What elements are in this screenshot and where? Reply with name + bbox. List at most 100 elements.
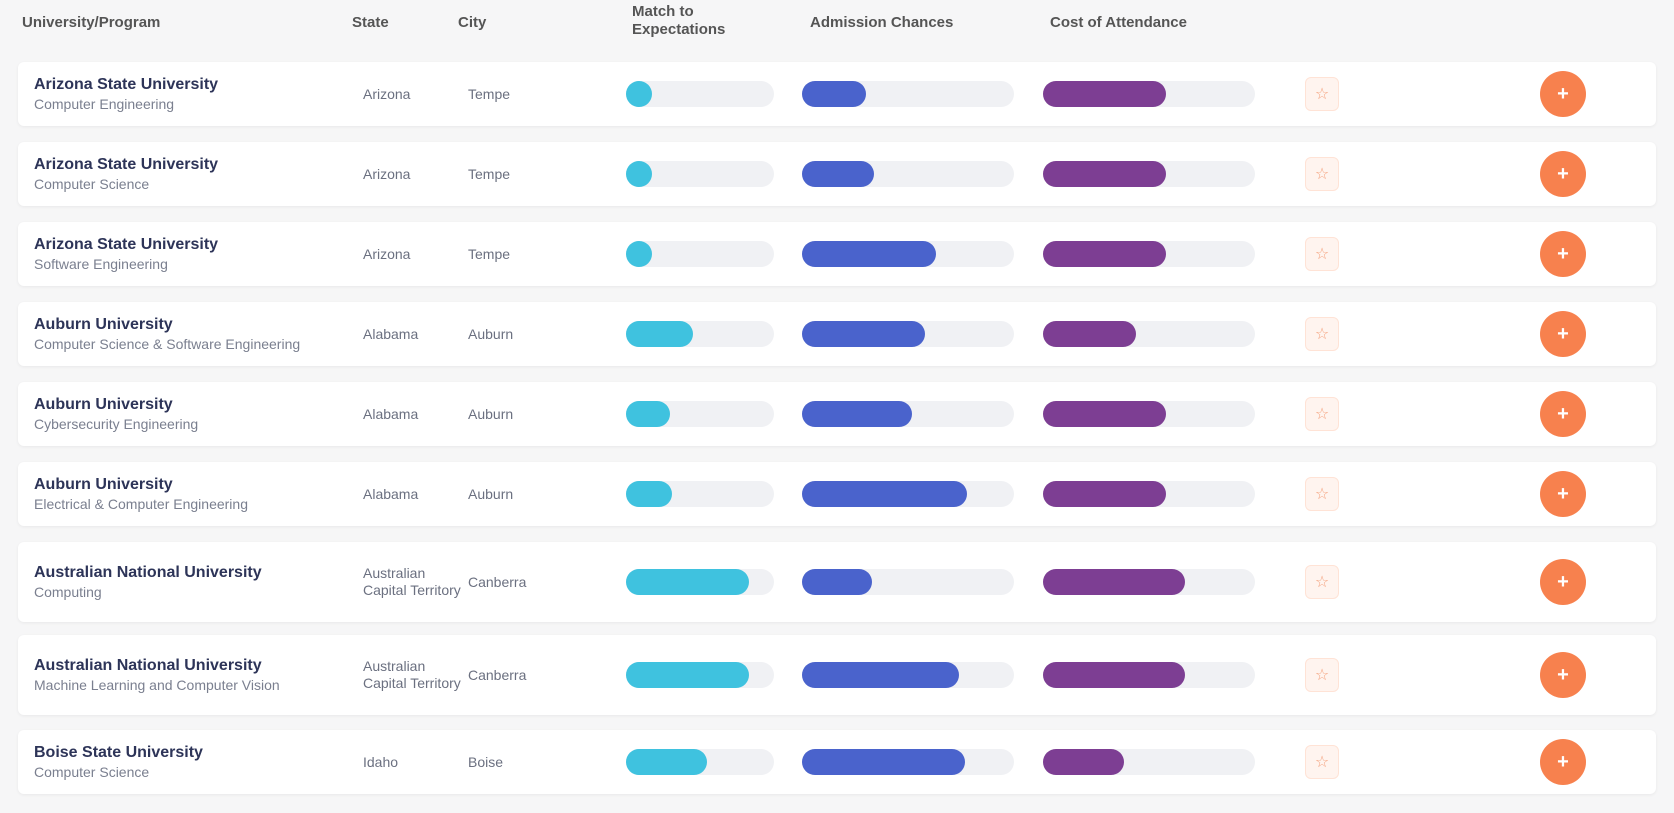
city-cell: Boise [468, 754, 504, 770]
add-to-list-button[interactable]: + [1540, 311, 1586, 357]
admission-bar-fill [802, 749, 966, 775]
table-row[interactable]: Australian National University Computing A… [18, 542, 1656, 622]
cost-bar [1043, 662, 1255, 688]
table-row[interactable]: Arizona State University Software Enginee… [18, 222, 1656, 286]
match-bar-fill [626, 481, 672, 507]
admission-bar-fill [802, 321, 925, 347]
bookmark-icon[interactable]: ☆ [1305, 565, 1339, 599]
add-to-list-button[interactable]: + [1540, 151, 1586, 197]
university-name[interactable]: Arizona State University [34, 75, 218, 95]
city-cell: Tempe [468, 246, 511, 262]
column-header-program[interactable]: University/Program [22, 14, 160, 32]
add-to-list-button[interactable]: + [1540, 739, 1586, 785]
cost-bar-fill [1043, 569, 1186, 595]
university-name[interactable]: Arizona State University [34, 235, 218, 255]
program-name: Machine Learning and Computer Vision [34, 677, 280, 693]
match-bar [626, 321, 774, 347]
university-name[interactable]: Boise State University [34, 743, 203, 763]
university-name[interactable]: Auburn University [34, 475, 173, 495]
state-cell: Alabama [363, 485, 419, 502]
program-name: Computer Science [34, 764, 150, 780]
cost-bar-fill [1043, 321, 1137, 347]
add-to-list-button[interactable]: + [1540, 471, 1586, 517]
add-to-list-button[interactable]: + [1540, 391, 1586, 437]
bookmark-icon[interactable]: ☆ [1305, 658, 1339, 692]
table-row[interactable]: Arizona State University Computer Enginee… [18, 62, 1656, 126]
program-cell: Arizona State University Computer Enginee… [34, 62, 364, 126]
cost-bar [1043, 81, 1255, 107]
university-name[interactable]: Auburn University [34, 395, 173, 415]
match-bar-fill [626, 662, 749, 688]
cost-bar [1043, 161, 1255, 187]
table-row[interactable]: Auburn University Cybersecurity Engineeri… [18, 382, 1656, 446]
column-header-city[interactable]: City [458, 14, 486, 32]
program-name: Software Engineering [34, 256, 168, 272]
state-cell: Australian Capital Territory [363, 565, 461, 598]
cost-bar [1043, 749, 1255, 775]
state-cell: Alabama [363, 325, 419, 342]
cost-bar [1043, 569, 1255, 595]
match-bar [626, 569, 774, 595]
table-header: University/Program State City Match to E… [0, 0, 1674, 56]
program-name: Computing [34, 584, 102, 600]
cost-bar-fill [1043, 749, 1124, 775]
column-header-state[interactable]: State [352, 14, 389, 32]
match-bar-fill [626, 241, 652, 267]
program-name: Computer Science [34, 176, 150, 192]
admission-bar-fill [802, 401, 913, 427]
match-bar-fill [626, 401, 671, 427]
bookmark-icon[interactable]: ☆ [1305, 157, 1339, 191]
add-to-list-button[interactable]: + [1540, 71, 1586, 117]
admission-bar [802, 81, 1014, 107]
match-bar-fill [626, 569, 749, 595]
bookmark-icon[interactable]: ☆ [1305, 317, 1339, 351]
add-to-list-button[interactable]: + [1540, 652, 1586, 698]
column-header-match[interactable]: Match to Expectations [632, 3, 752, 39]
cost-bar-fill [1043, 161, 1166, 187]
program-cell: Australian National University Computing [34, 542, 364, 622]
university-name[interactable]: Australian National University [34, 656, 262, 676]
admission-bar [802, 662, 1014, 688]
cost-bar-fill [1043, 241, 1166, 267]
bookmark-icon[interactable]: ☆ [1305, 237, 1339, 271]
add-to-list-button[interactable]: + [1540, 231, 1586, 277]
match-bar-fill [626, 161, 652, 187]
admission-bar-fill [802, 481, 968, 507]
program-cell: Arizona State University Computer Science [34, 142, 364, 206]
match-bar [626, 749, 774, 775]
university-name[interactable]: Auburn University [34, 315, 173, 335]
column-header-admission[interactable]: Admission Chances [810, 14, 953, 32]
bookmark-icon[interactable]: ☆ [1305, 77, 1339, 111]
table-row[interactable]: Auburn University Computer Science & Soft… [18, 302, 1656, 366]
bookmark-icon[interactable]: ☆ [1305, 745, 1339, 779]
admission-bar [802, 749, 1014, 775]
cost-bar [1043, 401, 1255, 427]
admission-bar [802, 241, 1014, 267]
table-row[interactable]: Boise State University Computer Science Id… [18, 730, 1656, 794]
table-row[interactable]: Arizona State University Computer Science… [18, 142, 1656, 206]
state-cell: Australian Capital Territory [363, 658, 461, 691]
city-cell: Auburn [468, 486, 514, 502]
state-cell: Arizona [363, 165, 411, 182]
program-name: Cybersecurity Engineering [34, 416, 199, 432]
university-name[interactable]: Arizona State University [34, 155, 218, 175]
add-to-list-button[interactable]: + [1540, 559, 1586, 605]
city-cell: Canberra [468, 574, 527, 590]
bookmark-icon[interactable]: ☆ [1305, 397, 1339, 431]
cost-bar-fill [1043, 662, 1186, 688]
column-header-cost[interactable]: Cost of Attendance [1050, 14, 1187, 32]
program-cell: Auburn University Cybersecurity Engineeri… [34, 382, 364, 446]
table-row[interactable]: Australian National University Machine Le… [18, 635, 1656, 715]
program-cell: Arizona State University Software Enginee… [34, 222, 364, 286]
cost-bar-fill [1043, 401, 1166, 427]
match-bar [626, 241, 774, 267]
university-name[interactable]: Australian National University [34, 563, 262, 583]
bookmark-icon[interactable]: ☆ [1305, 477, 1339, 511]
match-bar [626, 662, 774, 688]
match-bar-fill [626, 321, 693, 347]
match-bar [626, 81, 774, 107]
table-row[interactable]: Auburn University Electrical & Computer E… [18, 462, 1656, 526]
city-cell: Tempe [468, 166, 511, 182]
admission-bar [802, 161, 1014, 187]
match-bar-fill [626, 81, 652, 107]
